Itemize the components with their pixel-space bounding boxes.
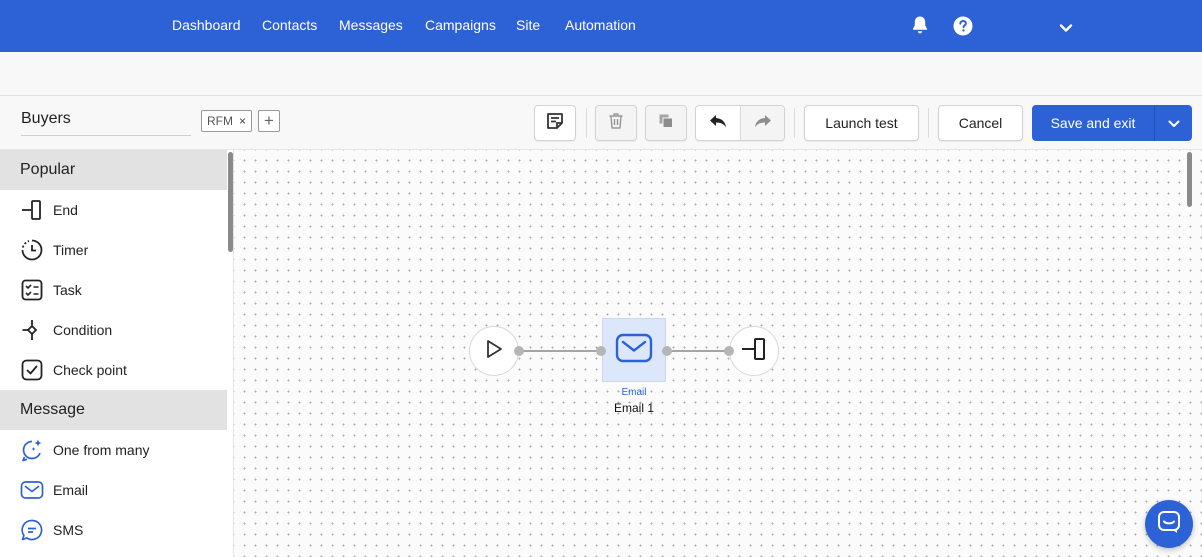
- palette-item-sms[interactable]: SMS: [0, 510, 227, 550]
- help-icon[interactable]: [953, 16, 973, 41]
- toolbar-divider: [928, 108, 929, 138]
- undo-button[interactable]: [696, 106, 741, 140]
- palette-item-condition[interactable]: Condition: [0, 310, 227, 350]
- add-tag-button[interactable]: +: [258, 110, 280, 132]
- palette-item-label: Task: [53, 282, 82, 298]
- palette-item-label: Check point: [53, 362, 127, 378]
- undo-redo-group: [695, 105, 785, 141]
- timer-icon: [20, 238, 44, 262]
- top-nav: Dashboard Contacts Messages Campaigns Si…: [0, 0, 1202, 52]
- end-icon: [741, 337, 767, 366]
- flow-canvas[interactable]: [234, 150, 1202, 557]
- palette-item-one-from-many[interactable]: One from many: [0, 430, 227, 470]
- save-options-button[interactable]: [1155, 105, 1192, 141]
- nav-link-dashboard[interactable]: Dashboard: [172, 17, 241, 33]
- palette-item-label: Email: [53, 482, 89, 498]
- toolbar-divider: [586, 108, 587, 138]
- duplicate-button[interactable]: [645, 105, 687, 141]
- connector-line: [667, 350, 729, 352]
- palette-item-email[interactable]: Email: [0, 470, 227, 510]
- palette-item-timer[interactable]: Timer: [0, 230, 227, 270]
- email-node[interactable]: [602, 318, 666, 382]
- connector-line: [519, 350, 601, 352]
- palette-item-label: Timer: [53, 242, 89, 258]
- flow-name-field[interactable]: Buyers: [21, 110, 191, 136]
- palette-item-end[interactable]: End: [0, 190, 227, 230]
- tag-label: RFM: [207, 114, 233, 128]
- undo-icon: [708, 113, 728, 134]
- node-name-label: Email 1: [613, 401, 654, 415]
- nav-link-campaigns[interactable]: Campaigns: [425, 17, 496, 33]
- check-point-icon: [20, 358, 44, 382]
- palette-item-task[interactable]: Task: [0, 270, 227, 310]
- redo-icon: [753, 113, 773, 134]
- support-chat-button[interactable]: [1145, 500, 1193, 548]
- sidebar-scrollbar[interactable]: [228, 152, 233, 252]
- nav-link-contacts[interactable]: Contacts: [262, 17, 317, 33]
- launch-test-button[interactable]: Launch test: [804, 105, 919, 141]
- input-port[interactable]: [724, 346, 734, 356]
- nav-link-automation[interactable]: Automation: [565, 17, 636, 33]
- save-and-exit-button[interactable]: Save and exit: [1032, 105, 1154, 141]
- envelope-icon: [615, 333, 653, 368]
- palette-item-label: One from many: [53, 442, 150, 458]
- input-port[interactable]: [596, 346, 606, 356]
- redo-button[interactable]: [741, 106, 784, 140]
- editor-toolbar: Buyers RFM × + Launch test Cancel Save a…: [0, 96, 1202, 150]
- palette-item-label: End: [53, 202, 78, 218]
- output-port[interactable]: [514, 346, 524, 356]
- node-type-label: Email: [621, 387, 647, 398]
- palette-item-label: SMS: [53, 522, 84, 538]
- tag-chip: RFM ×: [201, 110, 253, 132]
- note-icon: [546, 112, 564, 135]
- save-and-exit-split-button: Save and exit: [1032, 105, 1192, 141]
- section-header-popular: Popular: [0, 150, 227, 190]
- section-header-message: Message: [0, 390, 227, 430]
- tag-remove-icon[interactable]: ×: [239, 114, 246, 128]
- chat-icon: [1157, 510, 1181, 539]
- output-port[interactable]: [662, 346, 672, 356]
- palette-item-check-point[interactable]: Check point: [0, 350, 227, 390]
- bell-icon[interactable]: [911, 15, 929, 40]
- element-palette: Popular End Timer Task Condition Check p…: [0, 150, 234, 557]
- sparkle-chat-icon: [20, 438, 44, 462]
- start-node[interactable]: [469, 326, 519, 376]
- sms-icon: [20, 518, 44, 542]
- condition-icon: [20, 318, 44, 342]
- end-icon: [20, 198, 44, 222]
- canvas-scrollbar[interactable]: [1187, 152, 1192, 207]
- chevron-down-icon[interactable]: [1059, 20, 1073, 38]
- palette-item-label: Condition: [53, 322, 113, 338]
- trash-icon: [608, 112, 624, 135]
- task-icon: [20, 278, 44, 302]
- envelope-icon: [20, 478, 44, 502]
- nav-link-site[interactable]: Site: [516, 17, 540, 33]
- cancel-button[interactable]: Cancel: [938, 105, 1023, 141]
- end-node[interactable]: [729, 326, 779, 376]
- chevron-down-icon: [1168, 115, 1180, 131]
- notes-button[interactable]: [534, 105, 576, 141]
- toolbar-divider: [794, 108, 795, 138]
- sub-bar: [0, 52, 1202, 96]
- delete-button[interactable]: [595, 105, 637, 141]
- copy-icon: [658, 113, 674, 134]
- nav-link-messages[interactable]: Messages: [339, 17, 403, 33]
- play-icon: [483, 338, 505, 365]
